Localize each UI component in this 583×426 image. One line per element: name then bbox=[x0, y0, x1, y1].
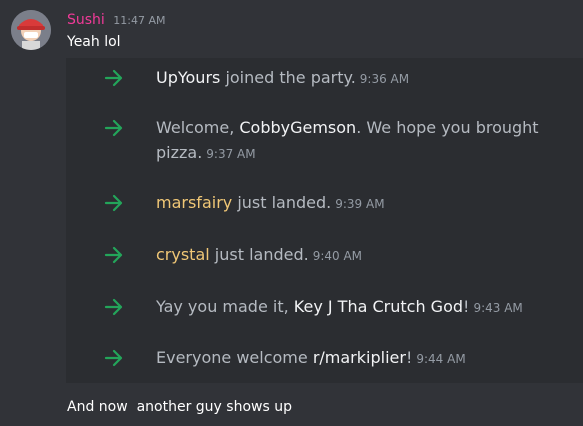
join-username[interactable]: Key J Tha Crutch God bbox=[294, 297, 463, 316]
message-timestamp[interactable]: 11:47 AM bbox=[113, 14, 165, 27]
join-username[interactable]: crystal bbox=[156, 245, 210, 264]
join-username[interactable]: CobbyGemson bbox=[239, 118, 356, 137]
join-prefix: Welcome, bbox=[156, 118, 240, 137]
join-text: Welcome, CobbyGemson. We hope you brough… bbox=[156, 115, 562, 167]
join-suffix: just landed. bbox=[209, 245, 309, 264]
message-text: Yeah lol bbox=[67, 34, 121, 50]
right-arrow-icon bbox=[104, 69, 123, 87]
right-arrow-icon bbox=[104, 298, 123, 316]
join-timestamp[interactable]: 9:36 AM bbox=[360, 72, 409, 86]
system-join-message: Yay you made it, Key J Tha Crutch God! 9:… bbox=[66, 294, 583, 319]
join-timestamp[interactable]: 9:39 AM bbox=[335, 197, 384, 211]
join-suffix: ! bbox=[405, 348, 413, 367]
right-arrow-icon bbox=[104, 246, 123, 264]
system-join-message: crystal just landed. 9:40 AM bbox=[66, 242, 583, 267]
join-text: marsfairy just landed. 9:39 AM bbox=[156, 190, 562, 217]
author-name[interactable]: Sushi bbox=[67, 12, 105, 28]
join-timestamp[interactable]: 9:44 AM bbox=[416, 352, 465, 366]
avatar[interactable] bbox=[11, 10, 51, 50]
join-username[interactable]: UpYours bbox=[156, 68, 220, 87]
join-messages-container: UpYours joined the party. 9:36 AM Welcome… bbox=[66, 58, 583, 383]
join-timestamp[interactable]: 9:37 AM bbox=[206, 147, 255, 161]
join-username[interactable]: r/markiplier bbox=[313, 348, 406, 367]
join-text: crystal just landed. 9:40 AM bbox=[156, 242, 562, 269]
right-arrow-icon bbox=[104, 194, 123, 212]
avatar-image bbox=[11, 10, 51, 50]
join-timestamp[interactable]: 9:40 AM bbox=[313, 249, 362, 263]
right-arrow-icon bbox=[104, 119, 123, 137]
system-join-message: UpYours joined the party. 9:36 AM bbox=[66, 65, 583, 90]
message-text: And now another guy shows up bbox=[67, 399, 292, 415]
message-header: Sushi 11:47 AM bbox=[67, 11, 166, 30]
message-group: Sushi 11:47 AM Yeah lol bbox=[0, 0, 583, 56]
right-arrow-icon bbox=[104, 349, 123, 367]
system-join-message: marsfairy just landed. 9:39 AM bbox=[66, 190, 583, 215]
system-join-message: Everyone welcome r/markiplier! 9:44 AM bbox=[66, 345, 583, 370]
join-text: Everyone welcome r/markiplier! 9:44 AM bbox=[156, 345, 562, 372]
join-username[interactable]: marsfairy bbox=[156, 193, 232, 212]
join-prefix: Yay you made it, bbox=[156, 297, 294, 316]
system-join-message: Welcome, CobbyGemson. We hope you brough… bbox=[66, 115, 583, 165]
join-text: UpYours joined the party. 9:36 AM bbox=[156, 65, 562, 92]
join-timestamp[interactable]: 9:43 AM bbox=[473, 301, 522, 315]
join-suffix: ! bbox=[463, 297, 470, 316]
join-text: Yay you made it, Key J Tha Crutch God! 9:… bbox=[156, 294, 562, 321]
join-suffix: joined the party. bbox=[220, 68, 356, 87]
join-prefix: Everyone welcome bbox=[156, 348, 313, 367]
join-suffix: just landed. bbox=[232, 193, 332, 212]
